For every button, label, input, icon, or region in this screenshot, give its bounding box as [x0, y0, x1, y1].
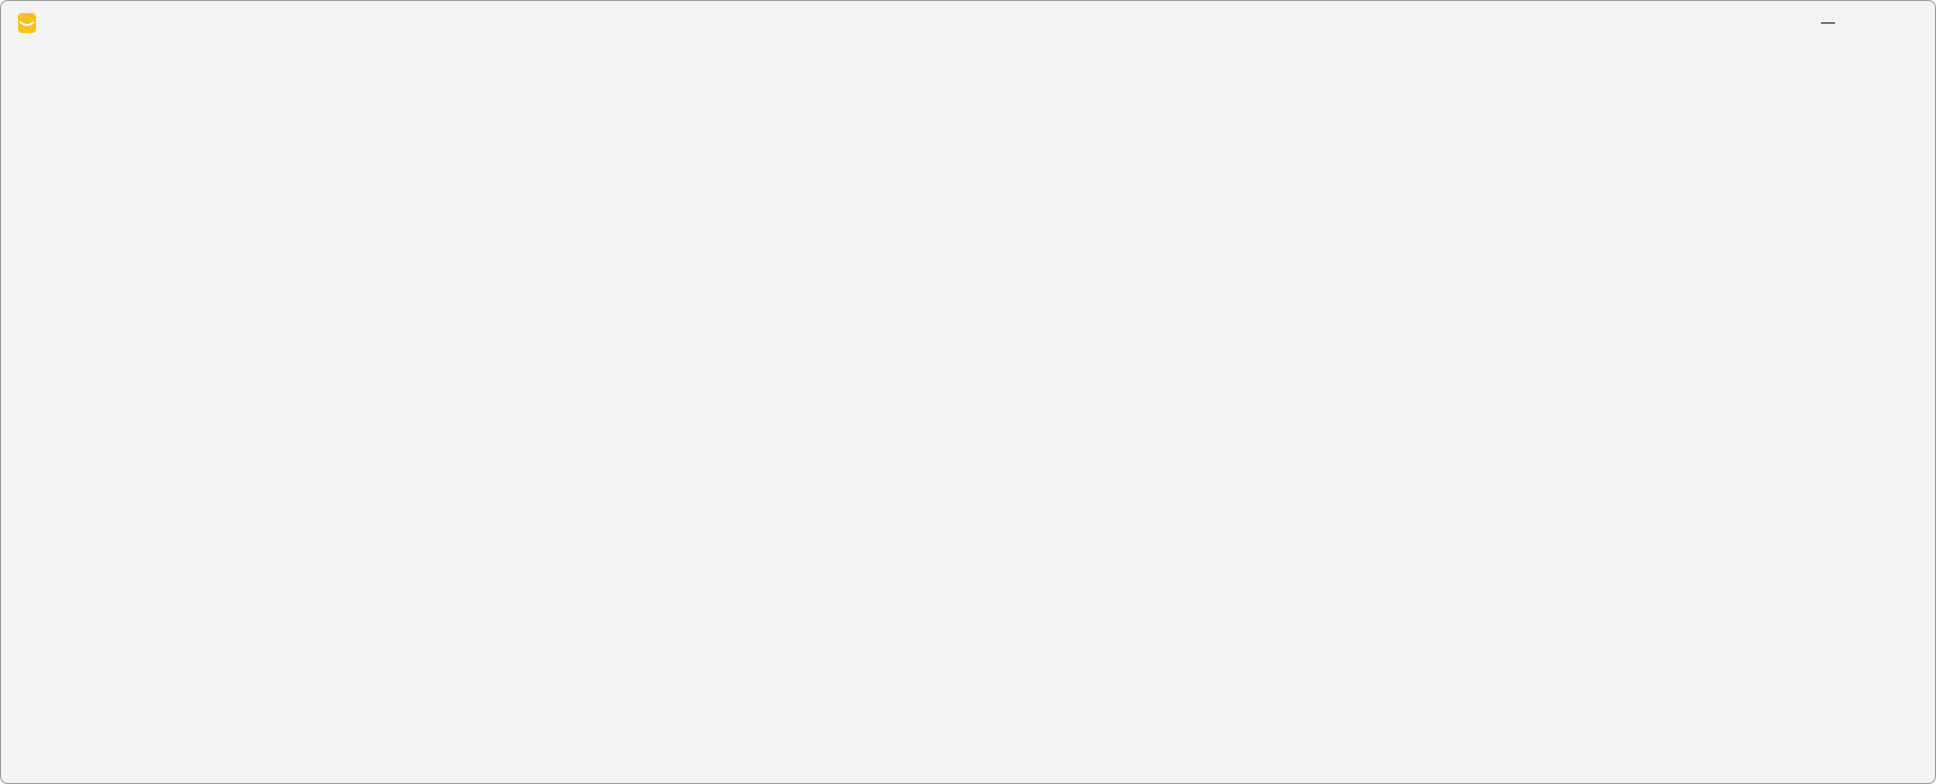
title-bar: [1, 1, 1935, 45]
banana-logo-icon: [18, 13, 36, 33]
app-window: [0, 0, 1936, 784]
